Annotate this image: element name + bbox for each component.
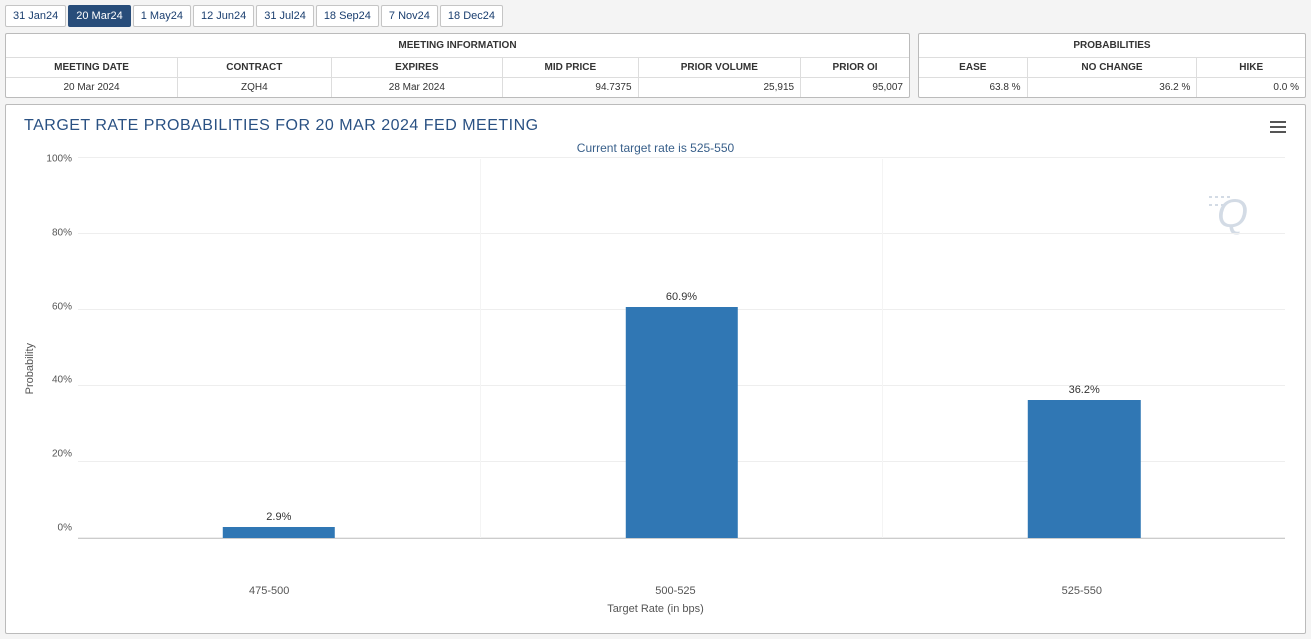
col-ease: EASE (919, 58, 1027, 78)
y-tick: 100% (38, 154, 72, 165)
x-axis-title: Target Rate (in bps) (16, 603, 1295, 615)
chart-column: 2.9% (78, 159, 481, 538)
col-hike: HIKE (1197, 58, 1305, 78)
y-axis-title: Probability (22, 343, 38, 394)
bar[interactable] (223, 527, 335, 538)
probabilities-title: PROBABILITIES (919, 34, 1305, 58)
y-axis-ticks: 100%80%60%40%20%0% (38, 159, 78, 539)
meeting-info-title: MEETING INFORMATION (6, 34, 909, 58)
cell-meeting-date: 20 Mar 2024 (6, 78, 178, 98)
cell-mid-price: 94.7375 (503, 78, 638, 98)
col-expires: EXPIRES (331, 58, 503, 78)
bar[interactable] (1028, 400, 1140, 538)
cell-no-change: 36.2 % (1027, 78, 1197, 98)
probabilities-panel: PROBABILITIES EASE NO CHANGE HIKE 63.8 %… (918, 33, 1306, 98)
bar-label: 36.2% (1069, 384, 1100, 396)
col-prior-volume: PRIOR VOLUME (638, 58, 801, 78)
grid-line (78, 157, 1285, 158)
tab-date-1[interactable]: 20 Mar24 (68, 5, 130, 27)
chart-columns: 2.9% 60.9% 36.2% (78, 159, 1285, 538)
chart-menu-icon[interactable] (1267, 117, 1289, 137)
bar[interactable] (625, 307, 737, 538)
meeting-info-panel: MEETING INFORMATION MEETING DATE CONTRAC… (5, 33, 910, 98)
table-row: 63.8 % 36.2 % 0.0 % (919, 78, 1305, 98)
col-mid-price: MID PRICE (503, 58, 638, 78)
x-tick: 500-525 (472, 579, 878, 597)
cell-hike: 0.0 % (1197, 78, 1305, 98)
chart-body: Probability 100%80%60%40%20%0% Q 2.9%60.… (16, 159, 1295, 579)
col-no-change: NO CHANGE (1027, 58, 1197, 78)
cell-prior-volume: 25,915 (638, 78, 801, 98)
col-contract: CONTRACT (178, 58, 332, 78)
tab-date-7[interactable]: 18 Dec24 (440, 5, 503, 27)
tab-date-2[interactable]: 1 May24 (133, 5, 191, 27)
tab-date-5[interactable]: 18 Sep24 (316, 5, 379, 27)
cell-expires: 28 Mar 2024 (331, 78, 503, 98)
col-prior-oi: PRIOR OI (801, 58, 909, 78)
tab-date-3[interactable]: 12 Jun24 (193, 5, 254, 27)
chart-column: 60.9% (481, 159, 884, 538)
tab-date-0[interactable]: 31 Jan24 (5, 5, 66, 27)
bar-label: 60.9% (666, 291, 697, 303)
cell-contract: ZQH4 (178, 78, 332, 98)
tab-date-6[interactable]: 7 Nov24 (381, 5, 438, 27)
y-tick: 80% (38, 227, 72, 238)
chart-title: TARGET RATE PROBABILITIES FOR 20 MAR 202… (16, 115, 539, 139)
cell-ease: 63.8 % (919, 78, 1027, 98)
chart-panel: TARGET RATE PROBABILITIES FOR 20 MAR 202… (5, 104, 1306, 634)
y-tick: 60% (38, 301, 72, 312)
x-tick: 525-550 (879, 579, 1285, 597)
y-tick: 40% (38, 375, 72, 386)
x-axis-ticks: 475-500500-525525-550 (66, 579, 1285, 597)
x-tick: 475-500 (66, 579, 472, 597)
plot-area: Q 2.9%60.9%36.2% (78, 159, 1285, 539)
tab-date-4[interactable]: 31 Jul24 (256, 5, 314, 27)
y-tick: 20% (38, 449, 72, 460)
bar-label: 2.9% (266, 511, 291, 523)
table-row: 20 Mar 2024 ZQH4 28 Mar 2024 94.7375 25,… (6, 78, 909, 98)
chart-column: 36.2% (883, 159, 1285, 538)
date-tabs: 31 Jan2420 Mar241 May2412 Jun2431 Jul241… (5, 5, 1306, 27)
col-meeting-date: MEETING DATE (6, 58, 178, 78)
y-tick: 0% (38, 522, 72, 533)
cell-prior-oi: 95,007 (801, 78, 909, 98)
chart-subtitle: Current target rate is 525-550 (16, 141, 1295, 155)
